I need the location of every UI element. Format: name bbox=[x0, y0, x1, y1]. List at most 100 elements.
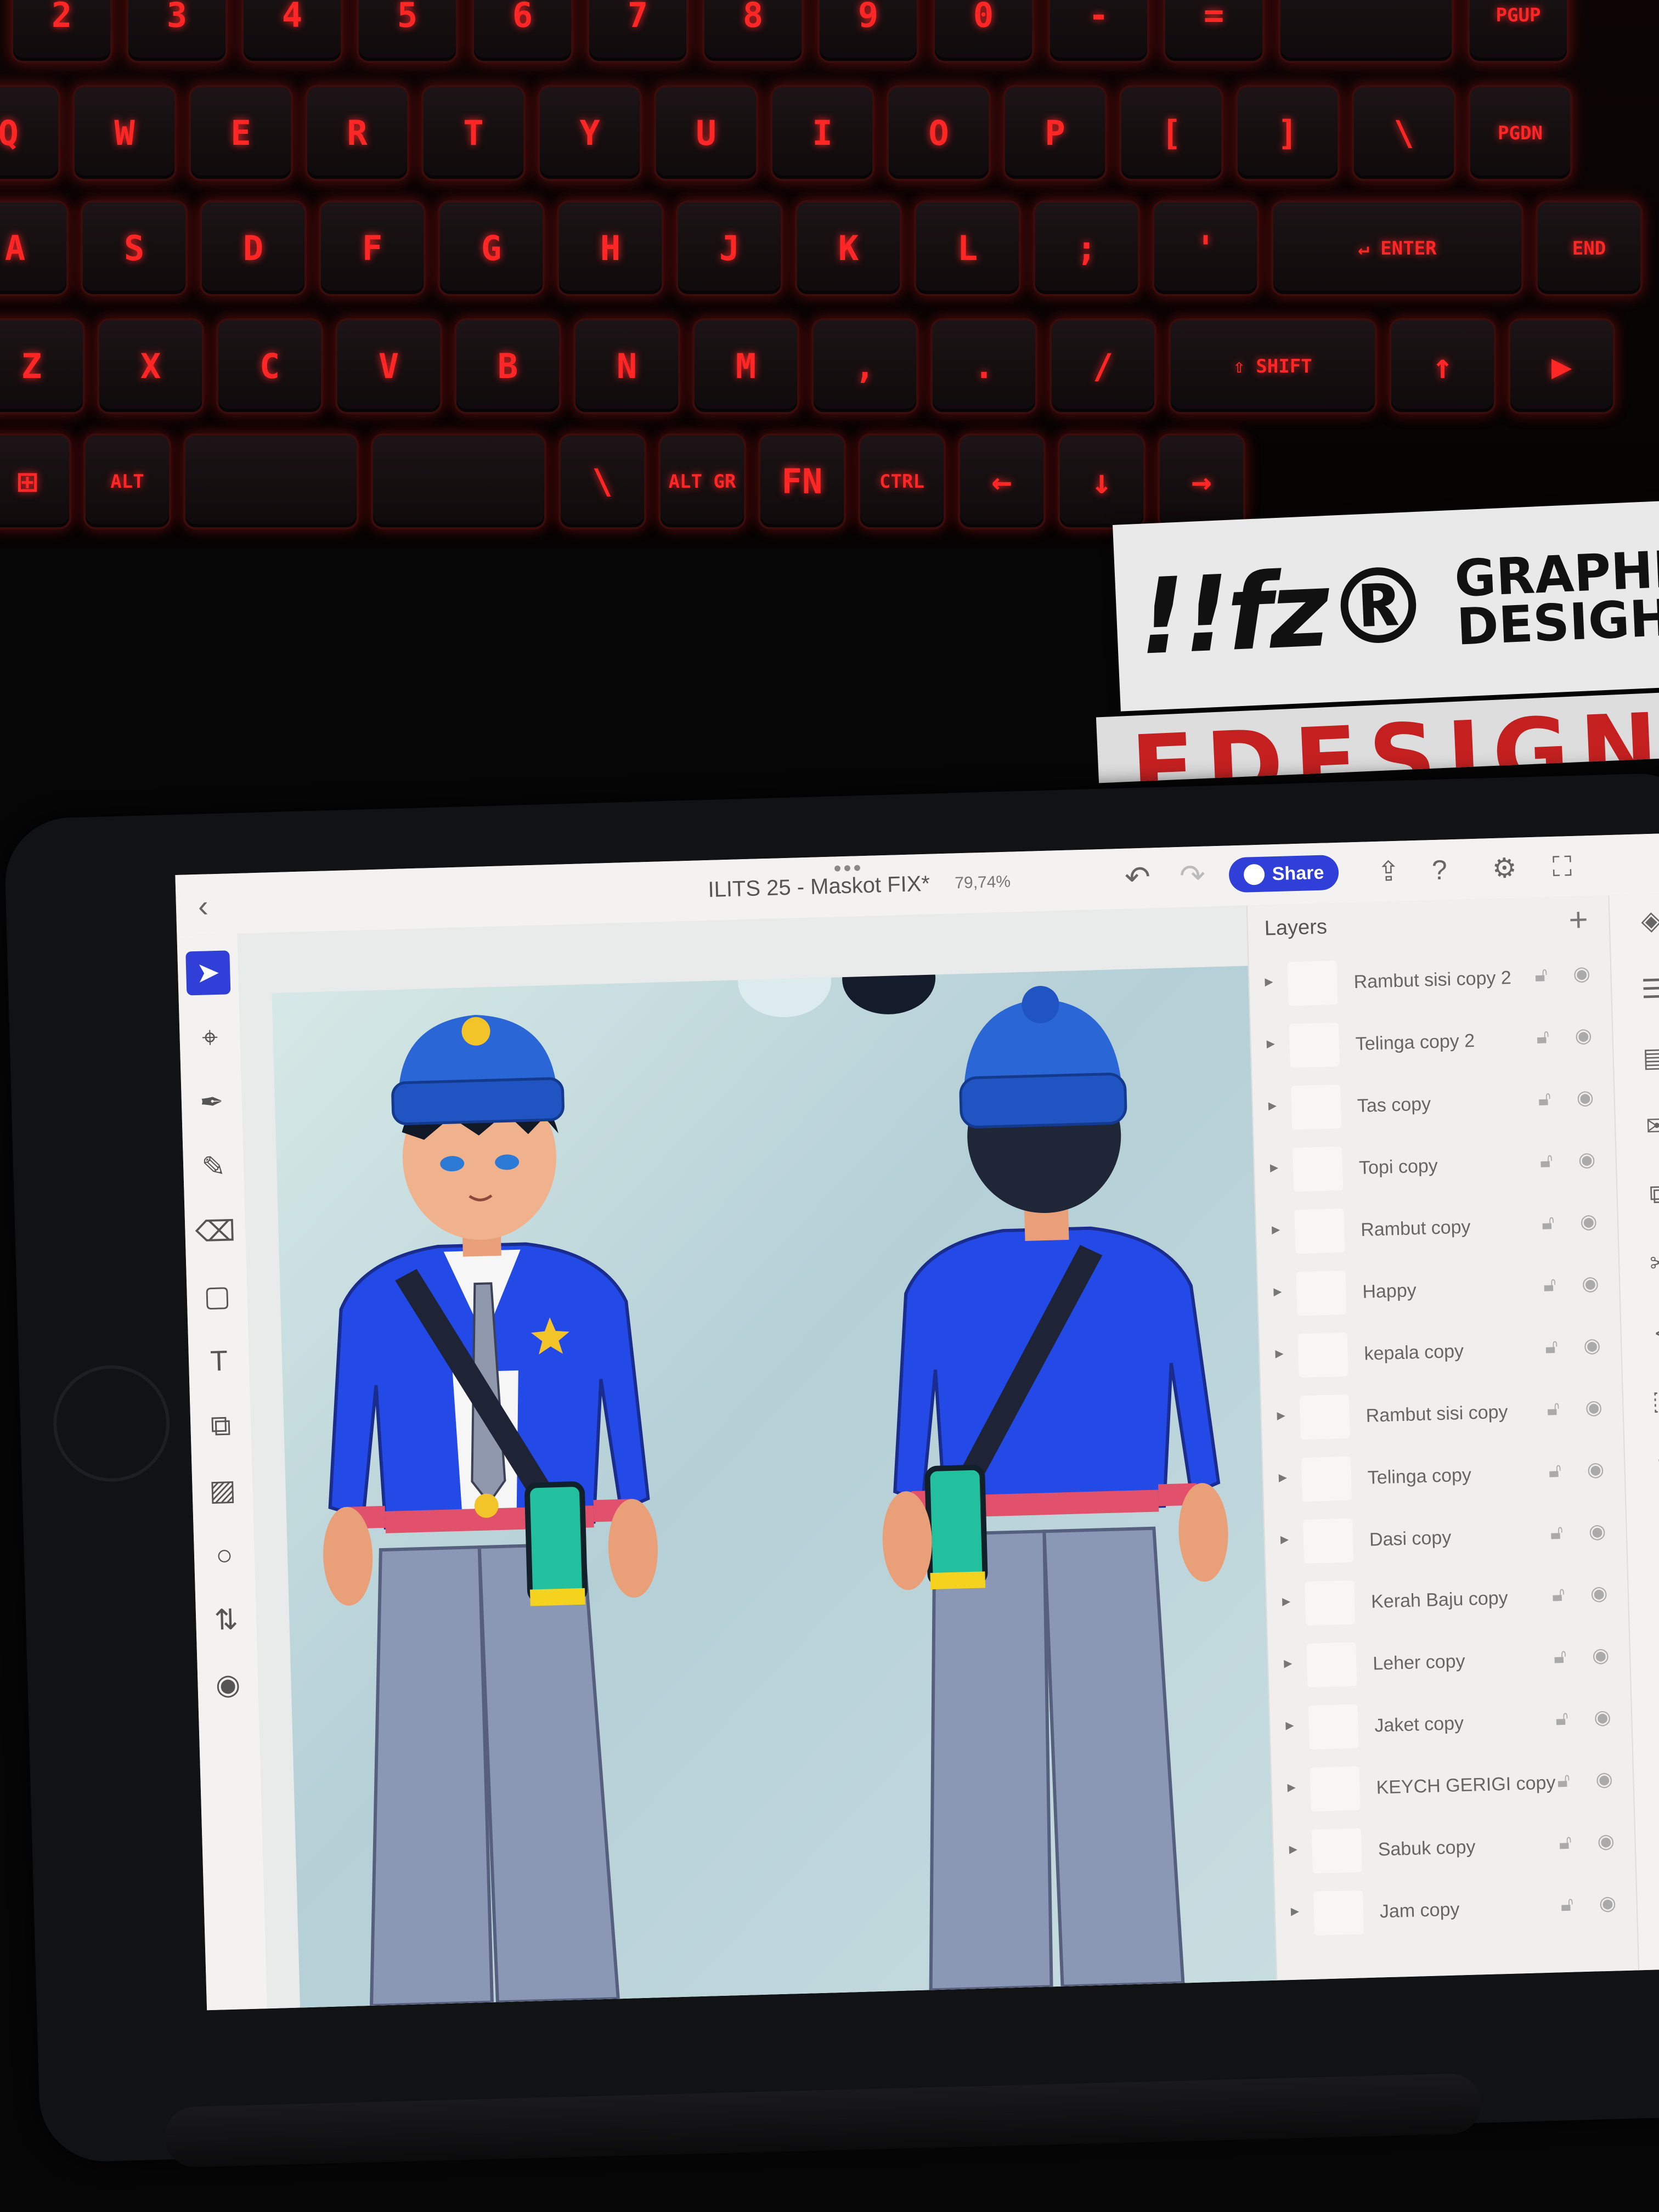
lock-icon[interactable]: 🔓︎ bbox=[1536, 1025, 1550, 1049]
keyboard-key[interactable]: ⇧ SHIFT bbox=[1169, 318, 1377, 414]
keyboard-key[interactable]: U bbox=[654, 85, 758, 181]
keyboard-key[interactable]: Y bbox=[538, 85, 642, 181]
layer-row[interactable]: ▸ kepala copy 🔓︎ ◉ bbox=[1259, 1317, 1623, 1387]
keyboard-key[interactable]: B bbox=[454, 318, 561, 414]
keyboard-key[interactable]: 9 bbox=[817, 0, 919, 63]
lock-icon[interactable]: 🔓︎ bbox=[1539, 1149, 1553, 1173]
lock-icon[interactable]: 🔓︎ bbox=[1545, 1335, 1559, 1359]
lock-icon[interactable]: 🔓︎ bbox=[1541, 1211, 1555, 1235]
keyboard-key[interactable]: H bbox=[557, 200, 664, 296]
eye-icon[interactable]: ◉ bbox=[1583, 1334, 1601, 1357]
layer-row[interactable]: ▸ Rambut copy 🔓︎ ◉ bbox=[1256, 1193, 1620, 1263]
keyboard-key[interactable]: \ bbox=[1352, 85, 1456, 181]
export-icon[interactable]: ⇪ bbox=[1376, 855, 1401, 888]
pencil-tool-icon[interactable]: ✎ bbox=[191, 1144, 236, 1189]
comments-icon[interactable]: ✉ bbox=[1640, 1110, 1659, 1144]
layer-row[interactable]: ▸ Leher copy 🔓︎ ◉ bbox=[1268, 1627, 1632, 1697]
text-properties-icon[interactable]: T bbox=[1650, 1453, 1659, 1487]
align-icon[interactable]: ⫷ bbox=[1646, 1316, 1659, 1350]
recolor-icon[interactable]: ↻ bbox=[1651, 1522, 1659, 1556]
undo-icon[interactable]: ↶ bbox=[1124, 859, 1151, 895]
layer-row[interactable]: ▸ Tas copy 🔓︎ ◉ bbox=[1252, 1069, 1616, 1139]
eye-icon[interactable]: ◉ bbox=[1597, 1829, 1615, 1853]
image-tool-icon[interactable]: ▨ bbox=[200, 1468, 245, 1513]
keyboard-key[interactable] bbox=[371, 433, 546, 529]
add-layer-icon[interactable]: + bbox=[1568, 900, 1589, 939]
eye-icon[interactable]: ◉ bbox=[1590, 1582, 1608, 1605]
expand-chevron-icon[interactable]: ▸ bbox=[1278, 1468, 1287, 1487]
expand-chevron-icon[interactable]: ▸ bbox=[1273, 1282, 1282, 1301]
help-icon[interactable]: ? bbox=[1431, 854, 1447, 886]
eye-icon[interactable]: ◉ bbox=[1592, 1644, 1610, 1667]
lock-icon[interactable]: 🔓︎ bbox=[1550, 1521, 1564, 1545]
keyboard-key[interactable]: G bbox=[438, 200, 545, 296]
layer-row[interactable]: ▸ Kerah Baju copy 🔓︎ ◉ bbox=[1266, 1565, 1630, 1635]
keyboard-key[interactable]: 5 bbox=[357, 0, 458, 63]
keyboard-key[interactable]: ▶ bbox=[1508, 318, 1615, 414]
keyboard-key[interactable]: F bbox=[319, 200, 426, 296]
expand-chevron-icon[interactable]: ▸ bbox=[1272, 1220, 1280, 1239]
mascot-front-illustration[interactable] bbox=[283, 993, 695, 2007]
keyboard-key[interactable]: 2 bbox=[11, 0, 112, 63]
keyboard-key[interactable]: A bbox=[0, 200, 69, 296]
keyboard-key[interactable]: ← bbox=[958, 433, 1046, 529]
expand-chevron-icon[interactable]: ▸ bbox=[1268, 1096, 1277, 1115]
keyboard-key[interactable]: V bbox=[335, 318, 442, 414]
keyboard-key[interactable]: J bbox=[676, 200, 783, 296]
layer-row[interactable]: ▸ Jam copy 🔓︎ ◉ bbox=[1275, 1874, 1639, 1944]
redo-icon[interactable]: ↷ bbox=[1179, 857, 1206, 894]
lock-icon[interactable]: 🔓︎ bbox=[1547, 1397, 1560, 1421]
keyboard-key[interactable]: = bbox=[1163, 0, 1265, 63]
keyboard-key[interactable]: ⊞ bbox=[0, 433, 71, 529]
keyboard-key[interactable]: R bbox=[305, 85, 409, 181]
eye-icon[interactable]: ◉ bbox=[1594, 1706, 1612, 1729]
keyboard-key[interactable]: PGUP bbox=[1468, 0, 1569, 63]
eraser-tool-icon[interactable]: ⌫ bbox=[193, 1209, 238, 1254]
keyboard-key[interactable]: X bbox=[97, 318, 204, 414]
settings-icon[interactable]: ⚙ bbox=[1492, 852, 1517, 884]
type-tool-icon[interactable]: T bbox=[196, 1339, 241, 1384]
keyboard-key[interactable]: W bbox=[72, 85, 177, 181]
keyboard-key[interactable]: END bbox=[1536, 200, 1643, 296]
keyboard-key[interactable]: ↑ bbox=[1389, 318, 1496, 414]
gear-icon[interactable]: ✲ bbox=[1654, 1590, 1659, 1624]
keyboard-key[interactable]: \ bbox=[558, 433, 646, 529]
layer-row[interactable]: ▸ Telinga copy 2 🔓︎ ◉ bbox=[1250, 1007, 1614, 1077]
layer-row[interactable]: ▸ Dasi copy 🔓︎ ◉ bbox=[1265, 1503, 1628, 1573]
layer-row[interactable]: ▸ KEYCH GERIGI copy 🔓︎ ◉ bbox=[1271, 1750, 1635, 1820]
eye-icon[interactable]: ◉ bbox=[1575, 1024, 1593, 1047]
swap-colors-icon[interactable]: ⇅ bbox=[204, 1598, 249, 1643]
expand-chevron-icon[interactable]: ▸ bbox=[1282, 1592, 1291, 1611]
lock-icon[interactable]: 🔓︎ bbox=[1551, 1583, 1565, 1607]
expand-chevron-icon[interactable]: ▸ bbox=[1280, 1530, 1289, 1549]
transform-icon[interactable]: ⬚ bbox=[1647, 1385, 1659, 1419]
select-tool-icon[interactable]: ➤ bbox=[185, 950, 231, 996]
keyboard-key[interactable]: ALT bbox=[83, 433, 171, 529]
eye-icon[interactable]: ◉ bbox=[1585, 1396, 1603, 1419]
libraries-icon[interactable]: ▤ bbox=[1638, 1042, 1659, 1076]
keyboard-key[interactable]: ↓ bbox=[1058, 433, 1146, 529]
expand-chevron-icon[interactable]: ▸ bbox=[1265, 972, 1273, 991]
expand-chevron-icon[interactable]: ▸ bbox=[1270, 1158, 1279, 1177]
eye-icon[interactable]: ◉ bbox=[1578, 1148, 1596, 1171]
keyboard-key[interactable]: M bbox=[692, 318, 799, 414]
fill-swatch-icon[interactable]: ○ bbox=[202, 1533, 247, 1578]
eye-icon[interactable]: ◉ bbox=[1576, 1086, 1594, 1109]
lock-icon[interactable]: 🔓︎ bbox=[1557, 1769, 1571, 1793]
direct-select-tool-icon[interactable]: ⌖ bbox=[188, 1015, 233, 1060]
keyboard-key[interactable]: PGDN bbox=[1468, 85, 1572, 181]
keyboard-key[interactable]: [ bbox=[1119, 85, 1223, 181]
artboard[interactable] bbox=[272, 966, 1277, 2008]
lock-icon[interactable]: 🔓︎ bbox=[1560, 1893, 1574, 1917]
layer-row[interactable]: ▸ Rambut sisi copy 2 🔓︎ ◉ bbox=[1249, 945, 1612, 1015]
keyboard-key[interactable]: Q bbox=[0, 85, 60, 181]
eye-icon[interactable]: ◉ bbox=[1599, 1891, 1617, 1915]
keyboard-key[interactable]: ; bbox=[1033, 200, 1140, 296]
keyboard-key[interactable]: P bbox=[1003, 85, 1107, 181]
keyboard-key[interactable]: C bbox=[216, 318, 323, 414]
layer-row[interactable]: ▸ Happy 🔓︎ ◉ bbox=[1257, 1255, 1621, 1325]
keyboard-key[interactable]: 4 bbox=[241, 0, 343, 63]
keyboard-key[interactable]: ' bbox=[1152, 200, 1259, 296]
keyboard-key[interactable]: K bbox=[795, 200, 902, 296]
keyboard-key[interactable]: 6 bbox=[472, 0, 573, 63]
